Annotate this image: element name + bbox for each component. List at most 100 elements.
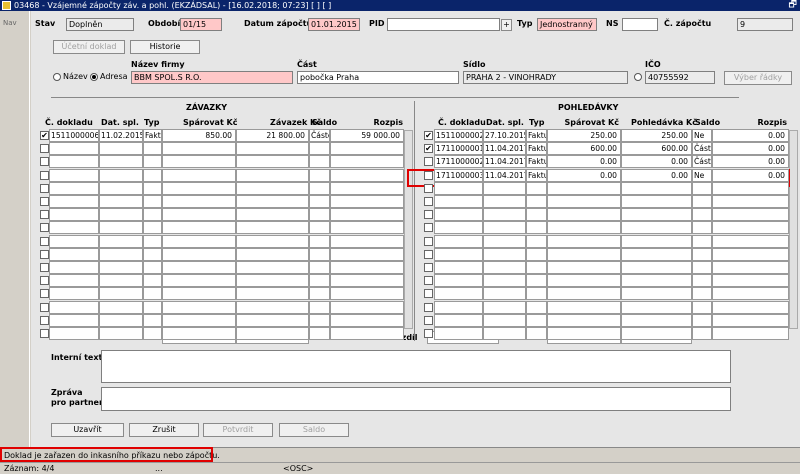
zavazky-cell[interactable]: Částe — [309, 129, 330, 142]
zavazky-cell[interactable]: 21 800.00 — [236, 129, 309, 142]
zavazky-cell[interactable] — [143, 327, 162, 340]
radio-ico[interactable] — [634, 73, 642, 81]
zavazky-cell[interactable] — [162, 168, 236, 182]
pohledavky-row-checkbox[interactable]: ✔ — [424, 144, 433, 154]
zavazky-cell[interactable] — [330, 313, 404, 327]
zavazky-cell[interactable] — [99, 247, 143, 261]
pohledavky-cell[interactable] — [434, 287, 483, 301]
pohledavky-cell[interactable] — [621, 300, 692, 314]
zavazky-cell[interactable] — [162, 261, 236, 274]
zavazky-cell[interactable] — [49, 168, 99, 182]
pohledavky-row-checkbox[interactable] — [424, 210, 433, 220]
zavazky-row-checkbox[interactable] — [40, 263, 49, 272]
zavazky-row-checkbox[interactable] — [40, 302, 49, 312]
pohledavky-cell[interactable]: 1711000001 — [434, 142, 483, 156]
zavazky-cell[interactable] — [143, 195, 162, 208]
pid-field[interactable] — [387, 18, 500, 31]
stav-field[interactable]: Doplněn — [66, 18, 134, 31]
zavazky-cell[interactable] — [309, 327, 330, 340]
zavazky-cell[interactable] — [99, 155, 143, 169]
zavazky-cell[interactable] — [99, 208, 143, 222]
pohledavky-cell[interactable] — [526, 261, 547, 274]
zavazky-cell[interactable] — [236, 300, 309, 314]
zavazky-cell[interactable] — [162, 274, 236, 288]
pohledavky-cell[interactable] — [547, 234, 621, 248]
pohledavky-cell[interactable] — [712, 274, 789, 288]
pohledavky-row-checkbox[interactable] — [424, 236, 433, 246]
zavazky-row-checkbox[interactable] — [40, 289, 49, 299]
zavazky-cell[interactable] — [162, 300, 236, 314]
zavazky-cell[interactable] — [236, 181, 309, 195]
zavazky-row-checkbox[interactable] — [40, 210, 49, 220]
pohledavky-cell[interactable] — [526, 195, 547, 208]
zavazky-cell[interactable] — [99, 287, 143, 301]
pohledavky-cell[interactable] — [692, 274, 712, 288]
zavazky-cell[interactable] — [236, 274, 309, 288]
zavazky-cell[interactable] — [49, 313, 99, 327]
zavazky-cell[interactable] — [143, 261, 162, 274]
zavazky-cell[interactable] — [49, 274, 99, 288]
pohledavky-cell[interactable] — [483, 208, 526, 222]
pohledavky-cell[interactable] — [526, 300, 547, 314]
zavazky-cell[interactable] — [99, 274, 143, 288]
pohledavky-cell[interactable]: 0.00 — [712, 155, 789, 169]
pohledavky-cell[interactable] — [712, 287, 789, 301]
pohledavky-cell[interactable] — [526, 181, 547, 195]
pohledavky-cell[interactable] — [712, 313, 789, 327]
pohledavky-cell[interactable] — [434, 208, 483, 222]
zavazky-cell[interactable] — [309, 287, 330, 301]
pohledavky-cell[interactable] — [526, 274, 547, 288]
pohledavky-cell[interactable] — [547, 208, 621, 222]
zavazky-cell[interactable] — [49, 208, 99, 222]
zavazky-cell[interactable] — [143, 313, 162, 327]
zavazky-cell[interactable] — [330, 195, 404, 208]
pohledavky-cell[interactable] — [547, 313, 621, 327]
zavazky-row-checkbox[interactable] — [40, 223, 49, 233]
pohledavky-row-checkbox[interactable] — [424, 183, 433, 193]
pohledavky-cell[interactable]: 1711000002 — [434, 155, 483, 169]
pohledavky-cell[interactable] — [547, 300, 621, 314]
pohledavky-cell[interactable] — [621, 287, 692, 301]
pohledavky-cell[interactable] — [434, 327, 483, 340]
pohledavky-row-checkbox[interactable] — [424, 223, 433, 233]
pohledavky-cell[interactable]: 0.00 — [621, 155, 692, 169]
pohledavky-row-checkbox[interactable] — [424, 302, 433, 312]
zavazky-cell[interactable] — [162, 221, 236, 235]
pohledavky-cell[interactable] — [712, 327, 789, 340]
zavazky-cell[interactable] — [309, 221, 330, 235]
pohledavky-cell[interactable] — [712, 221, 789, 235]
pohledavky-cell[interactable]: 0.00 — [621, 168, 692, 182]
pohledavky-cell[interactable] — [547, 247, 621, 261]
ucetni-doklad-button[interactable]: Účetní doklad — [53, 40, 125, 54]
pohledavky-cell[interactable] — [483, 274, 526, 288]
pohledavky-cell[interactable] — [483, 287, 526, 301]
zavazky-cell[interactable] — [99, 195, 143, 208]
pohledavky-cell[interactable] — [483, 195, 526, 208]
pohledavky-row-checkbox[interactable] — [424, 170, 433, 180]
pohledavky-cell[interactable] — [434, 300, 483, 314]
zavazky-cell[interactable] — [49, 221, 99, 235]
pohledavky-cell[interactable]: 1511000002 — [434, 129, 483, 142]
zavazky-cell[interactable] — [309, 142, 330, 156]
zavazky-cell[interactable] — [236, 327, 309, 340]
pohledavky-cell[interactable] — [526, 287, 547, 301]
saldo-button[interactable]: Saldo — [279, 423, 349, 437]
zrusit-button[interactable]: Zrušit — [129, 423, 199, 437]
zavazky-cell[interactable] — [236, 142, 309, 156]
zavazky-cell[interactable] — [99, 327, 143, 340]
zavazky-cell[interactable] — [162, 195, 236, 208]
pohledavky-cell[interactable] — [547, 221, 621, 235]
zavazky-cell[interactable] — [236, 168, 309, 182]
zavazky-cell[interactable] — [143, 142, 162, 156]
zavazky-cell[interactable] — [49, 261, 99, 274]
pohledavky-cell[interactable] — [692, 261, 712, 274]
zavazky-cell[interactable] — [330, 261, 404, 274]
zavazky-cell[interactable] — [143, 287, 162, 301]
zavazky-cell[interactable] — [143, 234, 162, 248]
pohledavky-cell[interactable]: Ne — [692, 168, 712, 182]
pohledavky-row-checkbox[interactable] — [424, 276, 433, 286]
pohledavky-cell[interactable]: 11.04.2017 — [483, 155, 526, 169]
pohledavky-cell[interactable] — [692, 195, 712, 208]
pohledavky-cell[interactable] — [692, 287, 712, 301]
zavazky-cell[interactable] — [330, 300, 404, 314]
